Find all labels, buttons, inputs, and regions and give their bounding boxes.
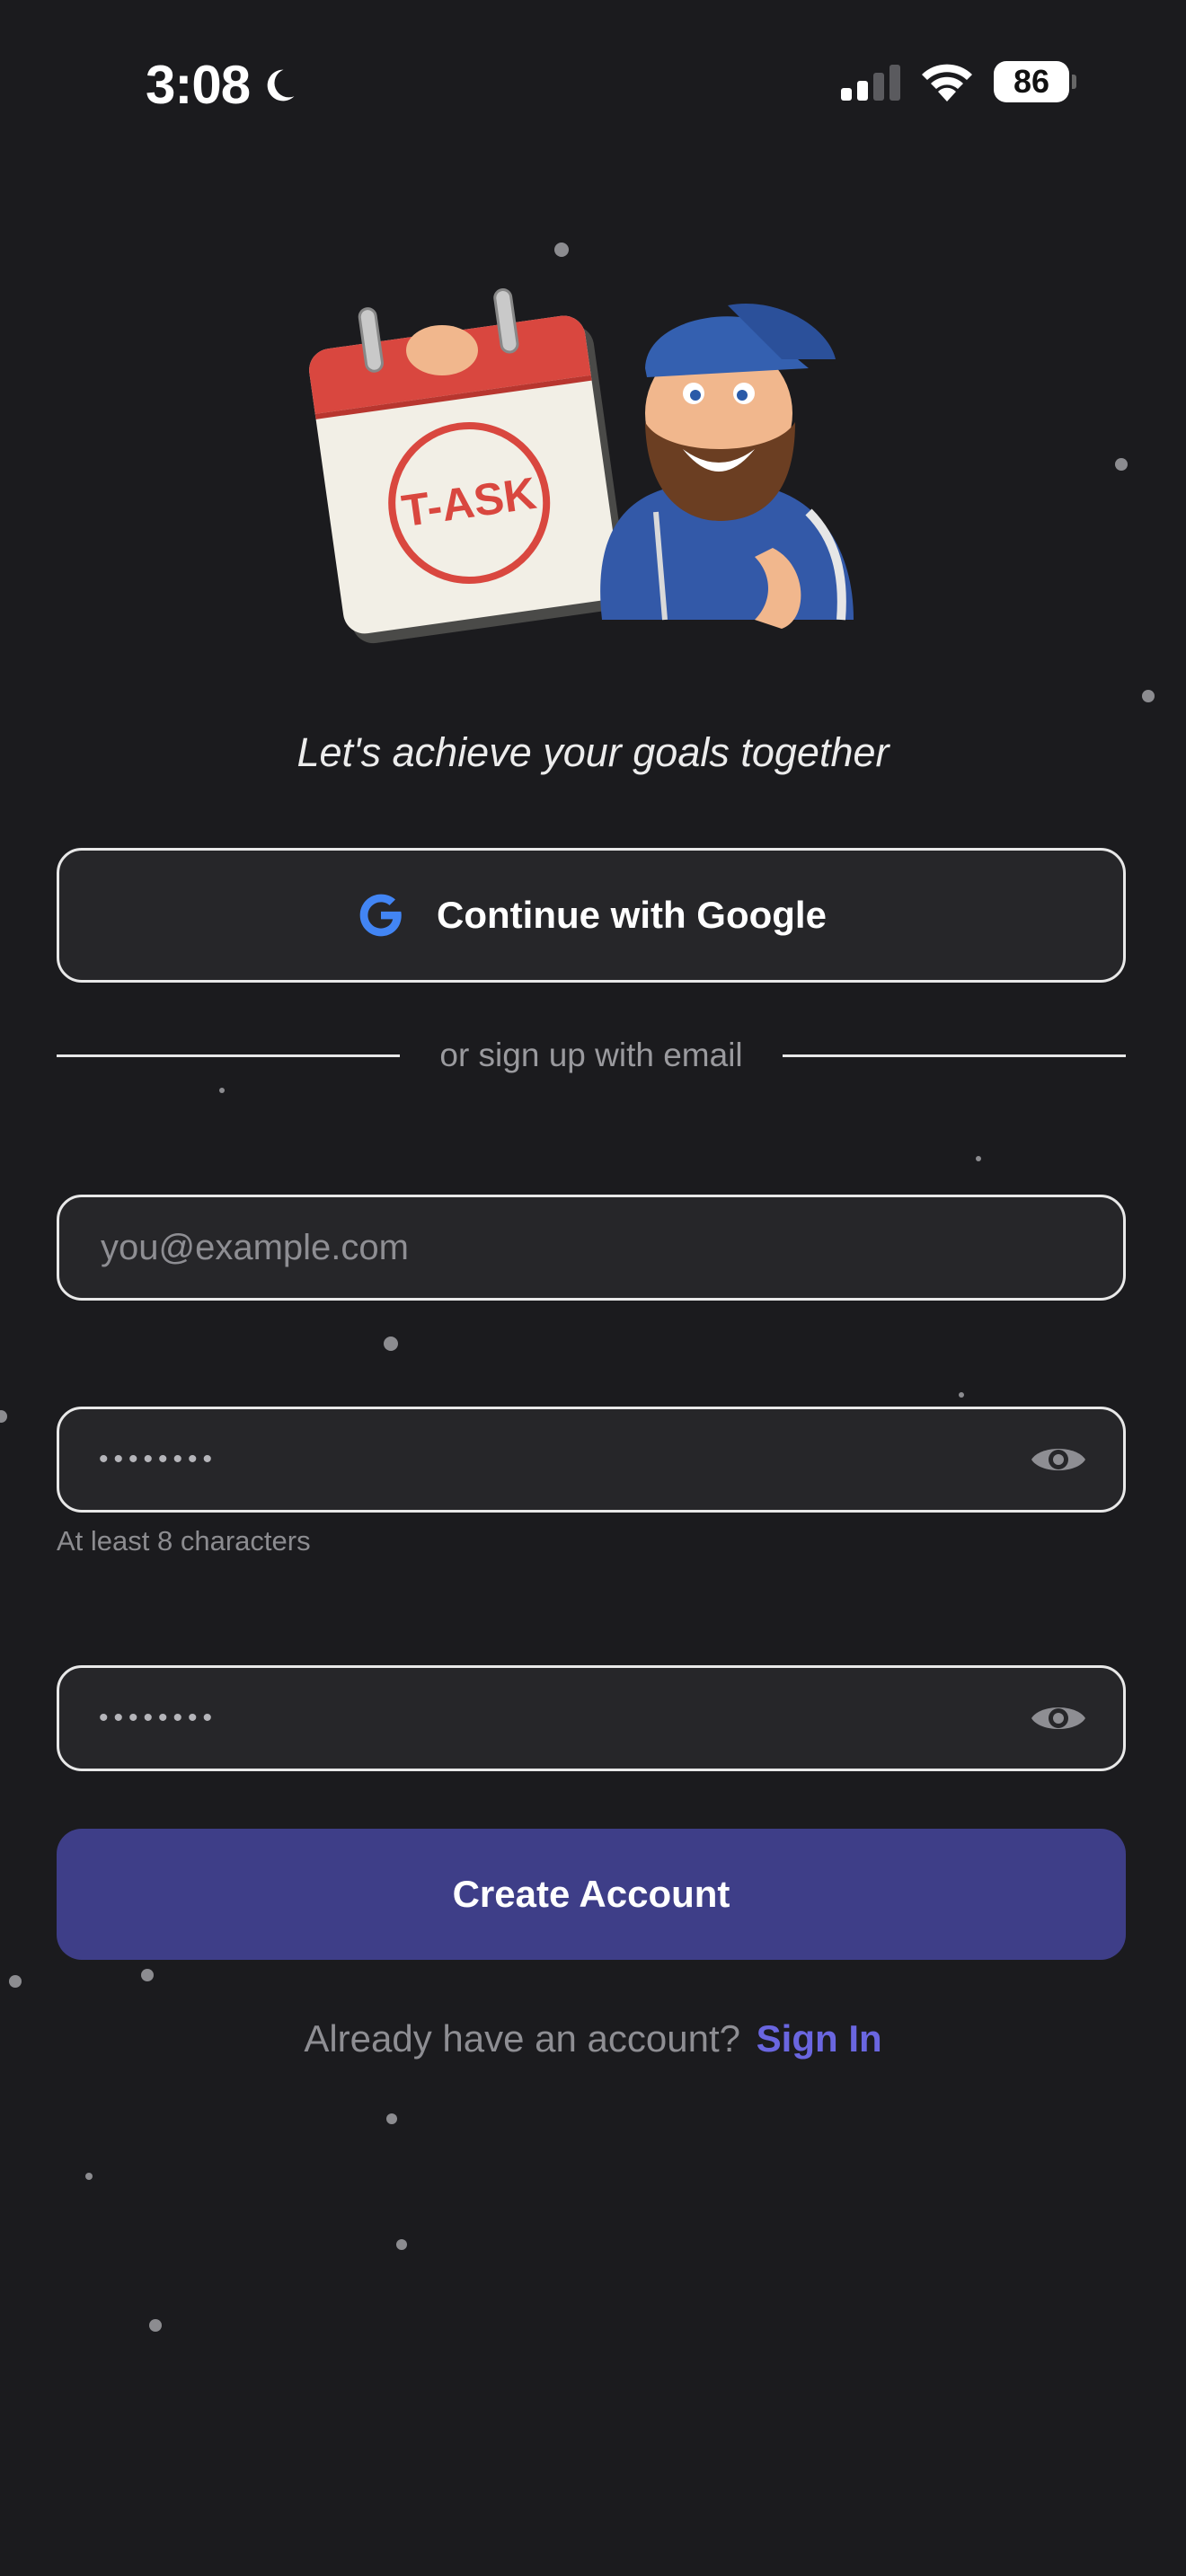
signup-screen: 3:08 86 T-ASK Let's achieve your goals t…: [0, 0, 1186, 2576]
star-particle: [959, 1392, 964, 1398]
star-particle: [9, 1975, 22, 1988]
star-particle: [219, 1088, 225, 1093]
eye-icon[interactable]: [1030, 1442, 1087, 1478]
continue-with-google-button[interactable]: Continue with Google: [57, 848, 1126, 983]
star-particle: [0, 1410, 7, 1423]
star-particle: [384, 1337, 398, 1351]
battery-icon: 86: [994, 61, 1076, 102]
signin-prompt-row: Already have an account? Sign In: [0, 2017, 1186, 2060]
email-field[interactable]: [57, 1195, 1126, 1301]
eye-icon[interactable]: [1030, 1700, 1087, 1736]
status-time-text: 3:08: [146, 55, 251, 115]
star-particle: [85, 2173, 93, 2180]
battery-level: 86: [994, 61, 1069, 102]
star-particle: [1115, 458, 1128, 471]
signin-prompt: Already have an account?: [304, 2017, 740, 2060]
create-account-button[interactable]: Create Account: [57, 1829, 1126, 1960]
google-icon: [359, 894, 402, 937]
google-button-label: Continue with Google: [437, 894, 827, 936]
star-particle: [149, 2319, 162, 2332]
battery-nub: [1072, 75, 1076, 89]
status-indicators: 86: [841, 61, 1076, 102]
divider-line-left: [57, 1054, 401, 1057]
star-particle: [976, 1156, 981, 1161]
password-masked-value[interactable]: ••••••••: [99, 1444, 1030, 1475]
email-input[interactable]: [99, 1226, 1087, 1269]
password-hint: At least 8 characters: [57, 1525, 311, 1557]
mascot-illustration: T-ASK: [309, 288, 854, 644]
star-particle: [1142, 690, 1155, 702]
confirm-password-field[interactable]: ••••••••: [57, 1665, 1126, 1771]
password-field[interactable]: ••••••••: [57, 1407, 1126, 1513]
status-time: 3:08: [146, 54, 298, 116]
star-particle: [396, 2239, 407, 2250]
divider-line-right: [782, 1054, 1127, 1057]
or-divider: or sign up with email: [57, 1037, 1127, 1073]
confirm-password-masked-value[interactable]: ••••••••: [99, 1703, 1030, 1734]
wifi-icon: [922, 64, 972, 101]
sign-in-link[interactable]: Sign In: [757, 2017, 882, 2060]
signal-icon: [841, 65, 900, 101]
tagline: Let's achieve your goals together: [296, 729, 890, 775]
star-particle: [141, 1969, 154, 1981]
moon-icon: [267, 69, 295, 101]
divider-text: or sign up with email: [439, 1037, 743, 1073]
star-particle: [386, 2113, 397, 2124]
